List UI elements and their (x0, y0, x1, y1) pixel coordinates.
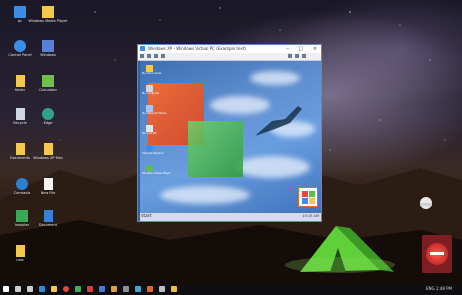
guest-icon-network[interactable]: My Network Places (142, 105, 167, 115)
file-icon (43, 178, 53, 190)
ctrl-alt-del-icon[interactable] (161, 54, 165, 58)
folder-icon (15, 245, 25, 257)
app-icon[interactable] (111, 286, 117, 292)
xp-logo-green-pane (188, 121, 243, 177)
desktop-icon-xp-files[interactable]: Windows XP files (28, 143, 68, 160)
chrome-icon[interactable] (63, 286, 69, 292)
recycle-bin-icon (145, 125, 153, 132)
recycle-bin-icon (15, 108, 25, 120)
guest-taskbar: start 10:15 AM (140, 213, 321, 221)
vm-toolbar (138, 53, 321, 61)
help-icon[interactable] (295, 54, 299, 58)
desktop-icon-edge[interactable]: Edge (28, 108, 68, 125)
vm-app-icon (140, 46, 145, 51)
settings-icon (14, 40, 26, 52)
tools-icon[interactable] (154, 54, 158, 58)
computer-icon (145, 85, 153, 92)
system-tray-clock[interactable]: ENG 1:48 PM (426, 286, 452, 291)
app-icon[interactable] (135, 286, 141, 292)
desktop-icon-new[interactable]: new (0, 245, 40, 262)
vm-window-title: Windows XP - Windows Virtual PC (Example… (148, 46, 246, 51)
document-icon (43, 210, 53, 222)
skydiver-silhouette (255, 106, 302, 136)
fullscreen-icon[interactable] (302, 54, 306, 58)
vm-window[interactable]: Windows XP - Windows Virtual PC (Example… (137, 44, 322, 222)
media-icon[interactable] (75, 286, 81, 292)
guest-icon-media-player[interactable]: Windows Media Player (142, 165, 171, 175)
guest-clock: 10:15 AM (302, 214, 319, 218)
folder-icon (145, 65, 153, 72)
desktop-icon-media-player[interactable]: Windows Media Player (28, 6, 68, 23)
folder-icon (43, 143, 53, 155)
app-icon[interactable] (159, 286, 165, 292)
app-icon (42, 6, 54, 18)
browser-icon (42, 108, 54, 120)
computer-icon (14, 6, 26, 18)
app-icon[interactable] (171, 286, 177, 292)
search-icon[interactable] (15, 286, 21, 292)
app-icon (16, 178, 28, 190)
desktop-icon-windows[interactable]: Windows (28, 40, 68, 57)
settings-icon[interactable] (288, 54, 292, 58)
app-icon[interactable] (87, 286, 93, 292)
folder-icon[interactable] (51, 286, 57, 292)
windows-start-icon[interactable] (3, 286, 9, 292)
app-icon (16, 210, 28, 222)
vm-title-bar[interactable]: Windows XP - Windows Virtual PC (Example… (138, 45, 321, 53)
app-icon[interactable] (99, 286, 105, 292)
app-icon[interactable] (123, 286, 129, 292)
task-view-icon[interactable] (27, 286, 33, 292)
browser-icon[interactable] (39, 286, 45, 292)
gadget-widget[interactable] (422, 235, 452, 273)
action-icon[interactable] (140, 54, 144, 58)
usb-icon[interactable] (147, 54, 151, 58)
guest-desktop[interactable]: My Documents My Computer My Network Plac… (140, 61, 321, 213)
desktop-icon-document[interactable]: Document (28, 210, 68, 227)
guest-icon-internet-explorer[interactable]: Internet Explorer (142, 145, 164, 155)
app-icon (42, 75, 54, 87)
media-icon (145, 165, 153, 172)
window-icon (42, 40, 54, 52)
guest-icon-my-computer[interactable]: My Computer (142, 85, 160, 95)
window-controls[interactable]: – □ × (286, 46, 321, 52)
ie-icon (145, 145, 153, 152)
folder-icon (15, 143, 25, 155)
network-icon (145, 105, 153, 112)
guest-icon-recycle-bin[interactable]: Recycle Bin (142, 125, 157, 135)
host-taskbar: ENG 1:48 PM (0, 284, 462, 295)
guest-start-button[interactable]: start (141, 214, 151, 219)
xp-flag-badge (298, 187, 318, 207)
folder-icon (15, 75, 25, 87)
desktop-icon-calculator[interactable]: Calculator (28, 75, 68, 92)
guest-icon-my-documents[interactable]: My Documents (142, 65, 161, 75)
app-icon[interactable] (147, 286, 153, 292)
desktop-icon-new-file[interactable]: New File (28, 178, 68, 195)
